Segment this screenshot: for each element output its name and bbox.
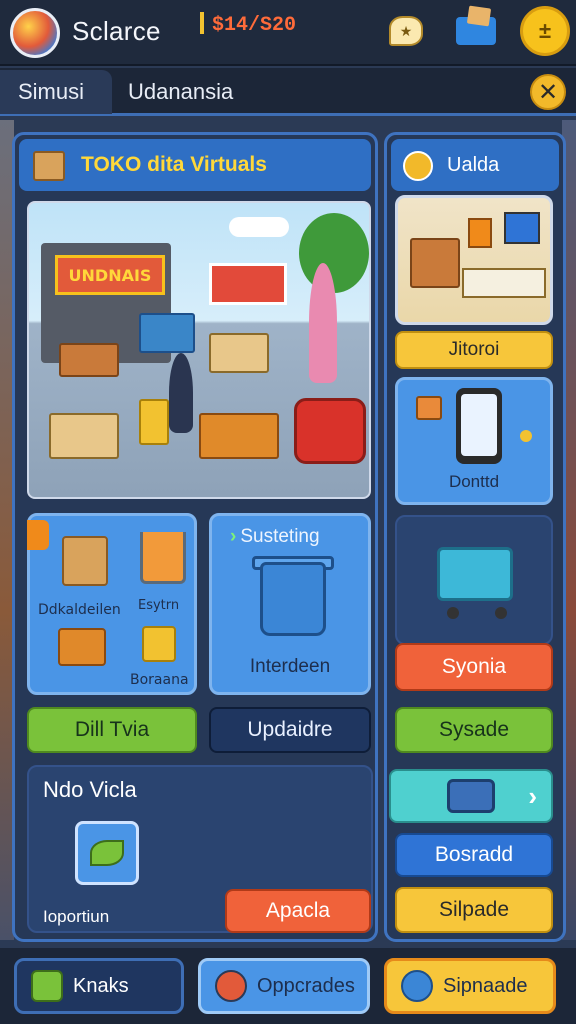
support-label: Interdeen <box>249 656 331 677</box>
leaf-icon <box>90 840 124 866</box>
bottom-bar: Knaks Oppcrades Sipnaade <box>0 948 576 1024</box>
items-card[interactable]: Ddkaldeilen Esytrn Boraana <box>27 513 197 695</box>
cart-card[interactable] <box>395 515 553 645</box>
news-item-button[interactable] <box>75 821 139 885</box>
knaks-label: Knaks <box>73 974 129 997</box>
dill-tvia-button[interactable]: Dill Tvia <box>27 707 197 753</box>
news-action-button[interactable]: Apacla <box>225 889 371 933</box>
award-icon: ★ <box>389 16 423 46</box>
upgrades-button[interactable]: Oppcrades <box>198 958 370 1014</box>
crate-icon <box>58 628 106 666</box>
storage-bin-icon <box>260 562 326 636</box>
item-flag-icon <box>27 520 49 550</box>
counter-icon <box>462 268 546 298</box>
side-panel-header: Ualda <box>391 139 559 191</box>
close-icon[interactable]: ✕ <box>530 74 566 110</box>
side-panel-title: Ualda <box>447 154 500 176</box>
top-bar: Sclarce $14/S20 ★ ± <box>0 0 576 66</box>
news-title: Ndo Vicla <box>43 777 137 802</box>
item-label-3: Boraana <box>130 672 189 688</box>
syonia-button[interactable]: Syonia <box>395 643 553 691</box>
currency-display: $14/S20 <box>212 14 297 37</box>
mobile-order-card[interactable]: Donttd <box>395 377 553 505</box>
customer-figure <box>169 353 193 433</box>
globe-icon <box>403 151 433 181</box>
support-title: Susteting <box>230 526 319 548</box>
orange-stand <box>199 413 279 459</box>
shopping-cart-icon <box>140 532 186 584</box>
side-panel: Ualda Jitoroi Donttd Syonia Sysade › Bos… <box>384 132 566 942</box>
shopkeeper-figure <box>309 263 337 383</box>
shopping-cart-icon <box>437 547 513 601</box>
bosradd-button[interactable]: Bosradd <box>395 833 553 877</box>
store-screen <box>209 263 287 305</box>
box-icon <box>33 151 65 181</box>
app-title: Sclarce <box>72 16 161 46</box>
currency-bar-icon <box>200 12 204 34</box>
support-card[interactable]: Susteting Interdeen <box>209 513 371 695</box>
mobile-order-label: Donttd <box>448 472 500 491</box>
cart-wheel-icon <box>447 607 459 619</box>
app-logo-icon[interactable] <box>10 8 60 58</box>
mail-icon <box>456 17 496 45</box>
shelf-icon <box>410 238 460 288</box>
monitor-icon <box>504 212 540 244</box>
sipnaade-button[interactable]: Sipnaade <box>384 958 556 1014</box>
produce-stall <box>59 343 119 377</box>
register-counter <box>139 313 195 353</box>
chest-button[interactable]: › <box>389 769 553 823</box>
tab-udanansia[interactable]: Udanansia <box>110 70 251 114</box>
achievements-button[interactable]: ★ <box>382 8 430 54</box>
store-sign: UNDNAIS <box>55 255 165 295</box>
small-gift-icon <box>142 626 176 662</box>
main-panel-header: TOKO dita Virtuals <box>19 139 371 191</box>
gift-icon <box>416 396 442 420</box>
chest-icon <box>447 779 495 813</box>
news-label: Ioportiun <box>43 907 110 926</box>
shopping-bag-icon <box>139 399 169 445</box>
mail-button[interactable] <box>452 8 500 54</box>
globe-icon <box>215 970 247 1002</box>
gift-box-icon <box>62 536 108 586</box>
tree-icon <box>299 213 369 293</box>
item-label-2: Esytrn <box>138 598 180 613</box>
knaks-button[interactable]: Knaks <box>14 958 184 1014</box>
poster-icon <box>468 218 492 248</box>
display-table <box>209 333 269 373</box>
main-panel: TOKO dita Virtuals UNDNAIS Ddkaldeilen E… <box>12 132 378 942</box>
store-illustration: UNDNAIS <box>27 201 371 499</box>
cart-wheel-icon <box>495 607 507 619</box>
shop-preview-image[interactable] <box>395 195 553 325</box>
jitoroi-button[interactable]: Jitoroi <box>395 331 553 369</box>
hand-icon <box>520 430 532 442</box>
planet-icon <box>401 970 433 1002</box>
sysade-button[interactable]: Sysade <box>395 707 553 753</box>
upgrades-label: Oppcrades <box>257 974 355 997</box>
update-button[interactable]: Updaidre <box>209 707 371 753</box>
tab-simulasi[interactable]: Simusi <box>0 70 112 114</box>
phone-icon <box>456 388 502 464</box>
item-label-1: Ddkaldeilen <box>38 602 121 618</box>
tab-bar: Simusi Udanansia <box>0 68 576 116</box>
fruit-crate <box>49 413 119 459</box>
panel-title: TOKO dita Virtuals <box>81 153 267 176</box>
cloud-icon <box>229 217 289 237</box>
red-cart-icon <box>294 398 366 464</box>
news-card: Ndo Vicla Ioportiun Apacla <box>27 765 373 933</box>
silpade-button[interactable]: Silpade <box>395 887 553 933</box>
level-badge-icon[interactable]: ± <box>520 6 570 56</box>
cube-icon <box>31 970 63 1002</box>
chevron-right-icon: › <box>528 780 537 811</box>
sipnaade-label: Sipnaade <box>443 974 528 997</box>
